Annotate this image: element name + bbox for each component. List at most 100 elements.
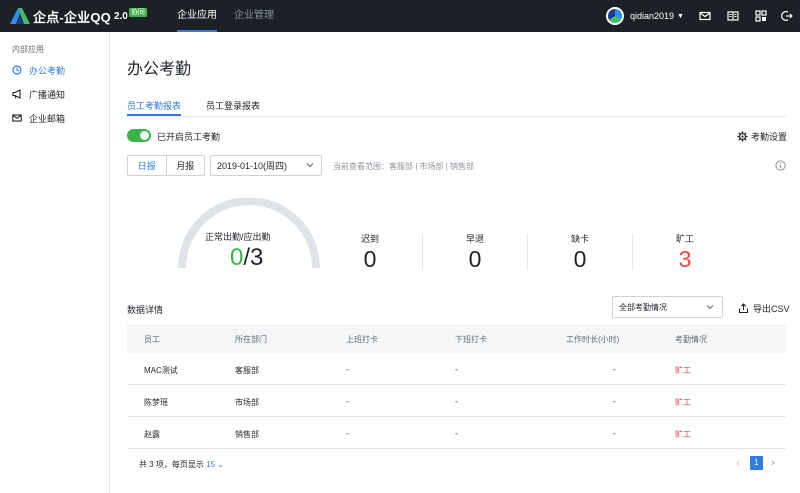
cell-employee: 陈梦瑶 [144,398,168,407]
table-row: MAC测试 客服部 - - - 旷工 [127,353,786,385]
stat-early-leave-value: 0 [468,246,482,272]
table-row: 陈梦瑶 市场部 - - - 旷工 [127,385,786,417]
cell-department: 市场部 [235,398,259,407]
column-header-status: 考勤情况 [675,335,707,344]
sidebar-item-label: 办公考勤 [29,65,66,76]
export-icon [738,303,749,314]
logo-badge: 协同 [128,7,147,17]
scope-text: 当前查看范围：客服部 | 市场部 | 销售部 [333,162,475,171]
column-header-clock-in: 上班打卡 [346,335,378,344]
cell-work-hours: - [613,397,616,406]
stat-absent-label: 旷工 [675,234,694,244]
attendance-toggle-label: 已开启员工考勤 [157,132,221,142]
cell-clock-out: - [455,397,458,406]
attendance-settings-label: 考勤设置 [751,132,788,142]
export-csv-button[interactable]: 导出CSV [738,302,790,315]
gauge-value: 0/3 [230,244,263,272]
cell-clock-out: - [455,365,458,374]
table-header: 员工 所在部门 上班打卡 下班打卡 工作时长(小时) 考勤情况 [127,324,786,353]
stat-divider [422,234,423,270]
nav-tab-enterprise-management[interactable]: 企业管理 [234,0,274,32]
chevron-down-icon [706,305,714,310]
cell-clock-out: - [455,429,458,438]
cell-clock-in: - [346,365,349,374]
stat-early-leave-label: 早退 [465,234,484,244]
nav-tab-enterprise-apps[interactable]: 企业应用 [177,0,217,32]
stat-late-value: 0 [363,246,377,272]
book-icon[interactable] [727,10,739,22]
table-row: 赵露 销售部 - - - 旷工 [127,417,786,449]
cell-status: 旷工 [675,398,691,407]
period-segmented-control: 日报 月报 [127,155,205,176]
logo-text: 企点-企业QQ [33,9,111,25]
attendance-filter-select[interactable]: 全部考勤情况 [612,296,723,318]
stat-divider [527,234,528,270]
period-daily-button[interactable]: 日报 [128,156,167,175]
pagination-next-button[interactable]: › [768,457,778,469]
column-header-employee: 员工 [144,335,160,344]
app-logo[interactable]: 企点-企业QQ 2.0 协同 [10,7,147,25]
clock-icon [12,65,22,75]
sidebar-item-broadcast[interactable]: 广播通知 [12,87,65,101]
cell-work-hours: - [613,365,616,374]
cell-clock-in: - [346,429,349,438]
export-csv-label: 导出CSV [753,304,790,314]
gear-icon [737,131,748,142]
attendance-settings-button[interactable]: 考勤设置 [737,130,787,143]
attendance-toggle[interactable] [127,129,151,142]
date-picker[interactable]: 2019-01-10(周四) [210,155,322,176]
sidebar: 内部应用 办公考勤 广播通知 企业邮箱 [0,32,110,493]
cell-work-hours: - [613,429,616,438]
chevron-down-icon: ⌄ [217,460,224,469]
stat-divider [632,234,633,270]
attendance-filter-value: 全部考勤情况 [619,302,667,312]
tab-divider [127,116,786,117]
pagination-summary-text: 共 3 项，每页显示 [139,460,204,469]
pagination-page-button[interactable]: 1 [750,456,763,470]
normal-attendance-count: 0 [230,244,244,271]
tab-attendance-report[interactable]: 员工考勤报表 [127,99,182,116]
cell-employee: MAC测试 [144,366,178,375]
caret-down-icon: ▼ [677,12,684,20]
mail-icon[interactable] [699,10,711,22]
user-menu[interactable]: qidian2019 ▼ [606,7,684,25]
cell-department: 客服部 [235,366,259,375]
sidebar-item-label: 广播通知 [29,89,66,100]
top-navigation-bar: 企点-企业QQ 2.0 协同 企业应用 企业管理 qidian2019 ▼ [0,0,800,32]
details-title: 数据详情 [127,305,164,315]
pagination-prev-button[interactable]: ‹ [733,457,743,469]
logo-version: 2.0 [113,10,128,22]
date-picker-value: 2019-01-10(周四) [217,161,288,171]
tab-login-report[interactable]: 员工登录报表 [206,99,260,112]
qidian-logo-icon [10,8,30,24]
pagination-summary: 共 3 项，每页显示 15 ⌄ [139,459,224,470]
column-header-work-hours: 工作时长(小时) [566,335,620,344]
cell-department: 销售部 [235,430,259,439]
stat-absent-value: 3 [678,246,692,272]
cell-clock-in: - [346,397,349,406]
chevron-down-icon [306,163,314,168]
megaphone-icon [12,89,21,99]
avatar [606,7,624,25]
logout-icon[interactable] [781,10,793,22]
sidebar-item-attendance[interactable]: 办公考勤 [12,63,65,77]
stat-late-label: 迟到 [360,234,379,244]
page-size-select[interactable]: 15 ⌄ [206,460,224,469]
username: qidian2019 [630,11,675,21]
info-icon[interactable] [775,160,786,171]
page-title: 办公考勤 [127,61,192,78]
attendance-table: 员工 所在部门 上班打卡 下班打卡 工作时长(小时) 考勤情况 MAC测试 客服… [127,324,786,449]
stat-missing-punch-value: 0 [573,246,587,272]
period-monthly-button[interactable]: 月报 [167,156,205,175]
sidebar-item-mailbox[interactable]: 企业邮箱 [12,111,65,125]
page-size-value: 15 [206,460,216,469]
cell-status: 旷工 [675,430,691,439]
column-header-department: 所在部门 [235,335,267,344]
stat-missing-punch-label: 缺卡 [570,234,589,244]
sidebar-section-title: 内部应用 [12,45,44,54]
gauge-label: 正常出勤/应出勤 [205,232,271,242]
sidebar-item-label: 企业邮箱 [29,113,66,124]
expected-attendance-count: 3 [250,244,264,271]
grid-apps-icon[interactable] [755,10,767,22]
cell-employee: 赵露 [144,430,160,439]
